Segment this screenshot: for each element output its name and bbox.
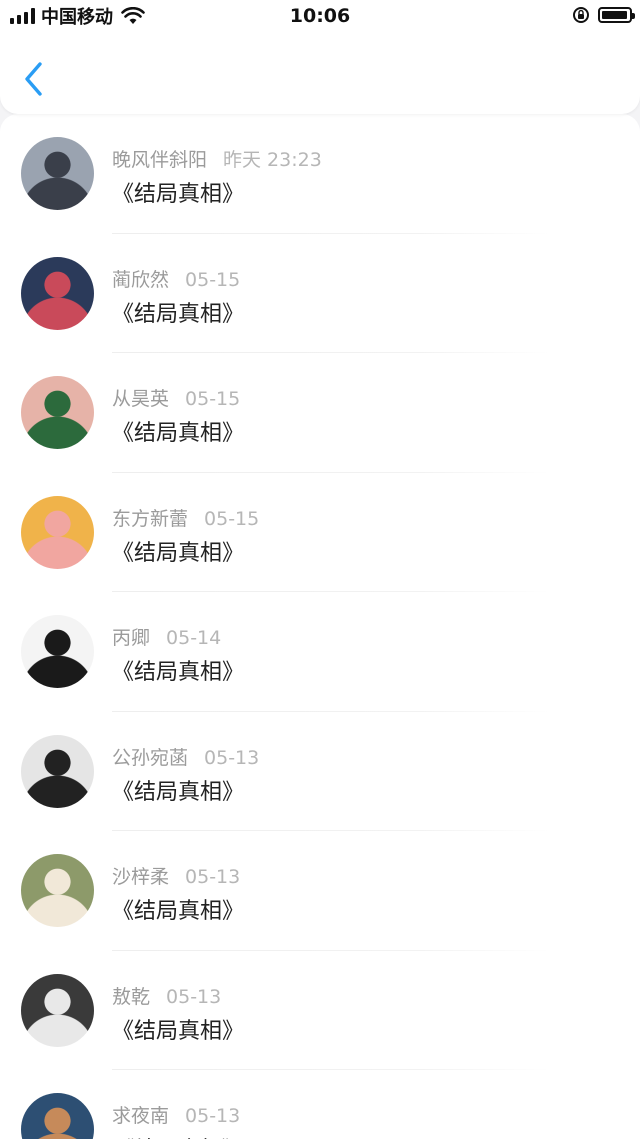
message-title[interactable]: 《结局真相》 bbox=[112, 415, 244, 447]
list-item[interactable]: 求夜南 05-13 《结局真相》 bbox=[0, 1070, 640, 1139]
sender-name[interactable]: 公孙宛菡 bbox=[112, 747, 188, 769]
sender-name[interactable]: 晚风伴斜阳 bbox=[112, 149, 207, 171]
list-item[interactable]: 敖乾 05-13 《结局真相》 bbox=[0, 951, 640, 1070]
avatar[interactable] bbox=[21, 256, 94, 330]
status-bar: 中国移动 10:06 bbox=[0, 0, 640, 34]
list-item[interactable]: 晚风伴斜阳 昨天 23:23 《结局真相》 bbox=[0, 114, 640, 234]
message-time: 05-13 bbox=[166, 985, 222, 1008]
list-item[interactable]: 东方新蕾 05-15 《结局真相》 bbox=[0, 473, 640, 592]
message-title[interactable]: 《结局真相》 bbox=[112, 296, 244, 328]
message-title[interactable]: 《结局真相》 bbox=[112, 535, 244, 567]
message-time: 05-14 bbox=[166, 627, 222, 649]
message-title[interactable]: 《结局真相》 bbox=[112, 774, 244, 806]
sender-line: 从昊英 05-15 bbox=[112, 384, 240, 411]
sender-name[interactable]: 丙卿 bbox=[112, 627, 150, 649]
sender-line: 晚风伴斜阳 昨天 23:23 bbox=[112, 145, 322, 172]
sender-line: 丙卿 05-14 bbox=[112, 623, 221, 650]
sender-name[interactable]: 东方新蕾 bbox=[112, 508, 188, 530]
sender-line: 求夜南 05-13 bbox=[112, 1101, 240, 1128]
message-time: 05-15 bbox=[185, 388, 241, 410]
status-time: 10:06 bbox=[289, 5, 351, 27]
avatar[interactable] bbox=[21, 615, 94, 688]
list-item[interactable]: 蔺欣然 05-15 《结局真相》 bbox=[0, 234, 640, 353]
list-item[interactable]: 丙卿 05-14 《结局真相》 bbox=[0, 592, 640, 712]
message-title[interactable]: 《结局真相》 bbox=[112, 654, 244, 686]
status-right bbox=[572, 6, 635, 24]
message-title[interactable]: 《结局真相》 bbox=[112, 1013, 244, 1045]
message-title[interactable]: 《结局真相》 bbox=[112, 1132, 244, 1139]
message-time: 05-13 bbox=[204, 746, 260, 769]
avatar[interactable] bbox=[21, 376, 94, 449]
sender-line: 沙梓柔 05-13 bbox=[112, 862, 240, 889]
avatar[interactable] bbox=[21, 137, 94, 210]
message-time: 05-15 bbox=[185, 268, 241, 291]
list-item[interactable]: 公孙宛菡 05-13 《结局真相》 bbox=[0, 712, 640, 831]
list-item[interactable]: 沙梓柔 05-13 《结局真相》 bbox=[0, 831, 640, 951]
message-title[interactable]: 《结局真相》 bbox=[112, 893, 244, 925]
sender-line: 公孙宛菡 05-13 bbox=[112, 743, 259, 770]
battery-icon bbox=[598, 7, 635, 23]
message-time: 昨天 23:23 bbox=[223, 149, 322, 171]
message-title[interactable]: 《结局真相》 bbox=[112, 176, 244, 208]
sender-name[interactable]: 蔺欣然 bbox=[112, 269, 169, 291]
sender-name[interactable]: 沙梓柔 bbox=[112, 866, 169, 888]
message-time: 05-15 bbox=[204, 507, 260, 530]
sender-line: 敖乾 05-13 bbox=[112, 982, 221, 1009]
back-button[interactable] bbox=[18, 60, 54, 100]
avatar[interactable] bbox=[21, 854, 94, 927]
sender-name[interactable]: 从昊英 bbox=[112, 388, 169, 410]
list-item[interactable]: 从昊英 05-15 《结局真相》 bbox=[0, 353, 640, 473]
sender-line: 东方新蕾 05-15 bbox=[112, 504, 259, 531]
orientation-lock-icon bbox=[573, 7, 589, 23]
avatar[interactable] bbox=[21, 973, 94, 1047]
chevron-left-icon bbox=[25, 62, 42, 96]
avatar[interactable] bbox=[21, 734, 94, 808]
message-time: 05-13 bbox=[185, 1105, 241, 1127]
avatar[interactable] bbox=[21, 495, 94, 569]
message-list: 晚风伴斜阳 昨天 23:23 《结局真相》 蔺欣然 05-15 《结局真相》 从昊英 05-1… bbox=[0, 114, 640, 1139]
sender-name[interactable]: 敖乾 bbox=[112, 986, 150, 1008]
sender-line: 蔺欣然 05-15 bbox=[112, 265, 240, 292]
avatar[interactable] bbox=[21, 1093, 94, 1139]
sender-name[interactable]: 求夜南 bbox=[112, 1105, 169, 1127]
message-time: 05-13 bbox=[185, 866, 241, 888]
